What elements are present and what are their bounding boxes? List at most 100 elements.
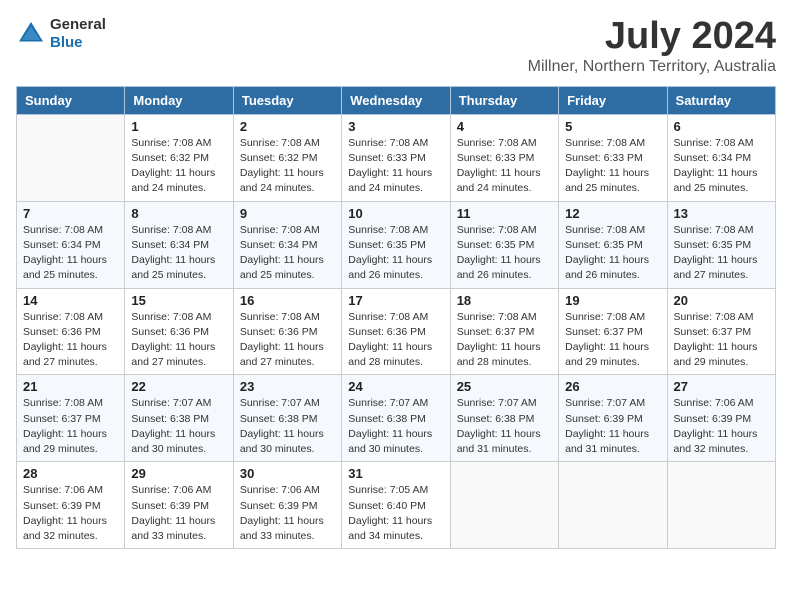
month-title: July 2024 [528, 16, 776, 58]
calendar-cell: 11 Sunrise: 7:08 AMSunset: 6:35 PMDaylig… [450, 201, 558, 288]
calendar-cell [559, 462, 667, 549]
calendar-cell: 28 Sunrise: 7:06 AMSunset: 6:39 PMDaylig… [17, 462, 125, 549]
title-area: July 2024 Millner, Northern Territory, A… [528, 16, 776, 76]
day-number: 6 [674, 119, 769, 134]
day-number: 31 [348, 466, 443, 481]
calendar-cell: 1 Sunrise: 7:08 AMSunset: 6:32 PMDayligh… [125, 114, 233, 201]
calendar-cell: 21 Sunrise: 7:08 AMSunset: 6:37 PMDaylig… [17, 375, 125, 462]
location-title: Millner, Northern Territory, Australia [528, 58, 776, 76]
day-info: Sunrise: 7:08 AMSunset: 6:34 PMDaylight:… [674, 137, 758, 195]
calendar-cell: 4 Sunrise: 7:08 AMSunset: 6:33 PMDayligh… [450, 114, 558, 201]
weekday-header-tuesday: Tuesday [233, 86, 341, 114]
logo-blue-text: Blue [50, 34, 106, 52]
calendar-cell: 31 Sunrise: 7:05 AMSunset: 6:40 PMDaylig… [342, 462, 450, 549]
day-number: 19 [565, 293, 660, 308]
day-number: 10 [348, 206, 443, 221]
day-info: Sunrise: 7:07 AMSunset: 6:39 PMDaylight:… [565, 397, 649, 455]
day-info: Sunrise: 7:06 AMSunset: 6:39 PMDaylight:… [131, 484, 215, 542]
weekday-header-wednesday: Wednesday [342, 86, 450, 114]
calendar-cell: 17 Sunrise: 7:08 AMSunset: 6:36 PMDaylig… [342, 288, 450, 375]
calendar-cell: 8 Sunrise: 7:08 AMSunset: 6:34 PMDayligh… [125, 201, 233, 288]
day-number: 26 [565, 379, 660, 394]
day-info: Sunrise: 7:08 AMSunset: 6:35 PMDaylight:… [457, 224, 541, 282]
day-number: 12 [565, 206, 660, 221]
day-info: Sunrise: 7:08 AMSunset: 6:35 PMDaylight:… [565, 224, 649, 282]
week-row-2: 7 Sunrise: 7:08 AMSunset: 6:34 PMDayligh… [17, 201, 776, 288]
calendar-cell: 16 Sunrise: 7:08 AMSunset: 6:36 PMDaylig… [233, 288, 341, 375]
weekday-header-row: SundayMondayTuesdayWednesdayThursdayFrid… [17, 86, 776, 114]
day-number: 27 [674, 379, 769, 394]
logo-general-text: General [50, 16, 106, 34]
day-number: 18 [457, 293, 552, 308]
header: General Blue July 2024 Millner, Northern… [16, 16, 776, 76]
day-info: Sunrise: 7:08 AMSunset: 6:36 PMDaylight:… [131, 311, 215, 369]
day-info: Sunrise: 7:08 AMSunset: 6:37 PMDaylight:… [565, 311, 649, 369]
day-info: Sunrise: 7:06 AMSunset: 6:39 PMDaylight:… [23, 484, 107, 542]
week-row-3: 14 Sunrise: 7:08 AMSunset: 6:36 PMDaylig… [17, 288, 776, 375]
calendar-cell: 13 Sunrise: 7:08 AMSunset: 6:35 PMDaylig… [667, 201, 775, 288]
day-number: 2 [240, 119, 335, 134]
day-number: 9 [240, 206, 335, 221]
day-number: 20 [674, 293, 769, 308]
week-row-1: 1 Sunrise: 7:08 AMSunset: 6:32 PMDayligh… [17, 114, 776, 201]
day-info: Sunrise: 7:07 AMSunset: 6:38 PMDaylight:… [348, 397, 432, 455]
day-info: Sunrise: 7:08 AMSunset: 6:32 PMDaylight:… [131, 137, 215, 195]
calendar-cell: 29 Sunrise: 7:06 AMSunset: 6:39 PMDaylig… [125, 462, 233, 549]
calendar-cell: 20 Sunrise: 7:08 AMSunset: 6:37 PMDaylig… [667, 288, 775, 375]
day-info: Sunrise: 7:08 AMSunset: 6:33 PMDaylight:… [565, 137, 649, 195]
calendar-cell: 25 Sunrise: 7:07 AMSunset: 6:38 PMDaylig… [450, 375, 558, 462]
day-info: Sunrise: 7:06 AMSunset: 6:39 PMDaylight:… [240, 484, 324, 542]
week-row-5: 28 Sunrise: 7:06 AMSunset: 6:39 PMDaylig… [17, 462, 776, 549]
calendar-cell: 22 Sunrise: 7:07 AMSunset: 6:38 PMDaylig… [125, 375, 233, 462]
day-info: Sunrise: 7:07 AMSunset: 6:38 PMDaylight:… [131, 397, 215, 455]
day-info: Sunrise: 7:08 AMSunset: 6:36 PMDaylight:… [240, 311, 324, 369]
calendar-cell: 30 Sunrise: 7:06 AMSunset: 6:39 PMDaylig… [233, 462, 341, 549]
calendar-cell: 6 Sunrise: 7:08 AMSunset: 6:34 PMDayligh… [667, 114, 775, 201]
calendar-cell: 7 Sunrise: 7:08 AMSunset: 6:34 PMDayligh… [17, 201, 125, 288]
day-number: 29 [131, 466, 226, 481]
day-info: Sunrise: 7:08 AMSunset: 6:37 PMDaylight:… [23, 397, 107, 455]
day-number: 7 [23, 206, 118, 221]
calendar-cell [450, 462, 558, 549]
day-number: 15 [131, 293, 226, 308]
day-number: 23 [240, 379, 335, 394]
day-number: 5 [565, 119, 660, 134]
weekday-header-saturday: Saturday [667, 86, 775, 114]
day-info: Sunrise: 7:08 AMSunset: 6:37 PMDaylight:… [674, 311, 758, 369]
calendar-cell: 5 Sunrise: 7:08 AMSunset: 6:33 PMDayligh… [559, 114, 667, 201]
day-info: Sunrise: 7:08 AMSunset: 6:34 PMDaylight:… [240, 224, 324, 282]
day-info: Sunrise: 7:08 AMSunset: 6:35 PMDaylight:… [674, 224, 758, 282]
calendar-cell: 15 Sunrise: 7:08 AMSunset: 6:36 PMDaylig… [125, 288, 233, 375]
day-number: 17 [348, 293, 443, 308]
day-number: 21 [23, 379, 118, 394]
calendar-cell [17, 114, 125, 201]
calendar-cell: 14 Sunrise: 7:08 AMSunset: 6:36 PMDaylig… [17, 288, 125, 375]
day-info: Sunrise: 7:08 AMSunset: 6:33 PMDaylight:… [348, 137, 432, 195]
day-info: Sunrise: 7:08 AMSunset: 6:32 PMDaylight:… [240, 137, 324, 195]
day-info: Sunrise: 7:08 AMSunset: 6:35 PMDaylight:… [348, 224, 432, 282]
calendar-cell [667, 462, 775, 549]
day-number: 8 [131, 206, 226, 221]
day-info: Sunrise: 7:07 AMSunset: 6:38 PMDaylight:… [457, 397, 541, 455]
day-info: Sunrise: 7:08 AMSunset: 6:37 PMDaylight:… [457, 311, 541, 369]
day-number: 24 [348, 379, 443, 394]
day-number: 16 [240, 293, 335, 308]
week-row-4: 21 Sunrise: 7:08 AMSunset: 6:37 PMDaylig… [17, 375, 776, 462]
logo: General Blue [16, 16, 106, 52]
weekday-header-monday: Monday [125, 86, 233, 114]
calendar-cell: 23 Sunrise: 7:07 AMSunset: 6:38 PMDaylig… [233, 375, 341, 462]
day-number: 13 [674, 206, 769, 221]
day-number: 11 [457, 206, 552, 221]
day-info: Sunrise: 7:08 AMSunset: 6:36 PMDaylight:… [348, 311, 432, 369]
weekday-header-friday: Friday [559, 86, 667, 114]
calendar-cell: 26 Sunrise: 7:07 AMSunset: 6:39 PMDaylig… [559, 375, 667, 462]
logo-text: General Blue [50, 16, 106, 52]
day-number: 30 [240, 466, 335, 481]
day-number: 22 [131, 379, 226, 394]
calendar-table: SundayMondayTuesdayWednesdayThursdayFrid… [16, 86, 776, 549]
day-info: Sunrise: 7:08 AMSunset: 6:36 PMDaylight:… [23, 311, 107, 369]
calendar-cell: 19 Sunrise: 7:08 AMSunset: 6:37 PMDaylig… [559, 288, 667, 375]
calendar-cell: 24 Sunrise: 7:07 AMSunset: 6:38 PMDaylig… [342, 375, 450, 462]
day-info: Sunrise: 7:05 AMSunset: 6:40 PMDaylight:… [348, 484, 432, 542]
day-number: 25 [457, 379, 552, 394]
